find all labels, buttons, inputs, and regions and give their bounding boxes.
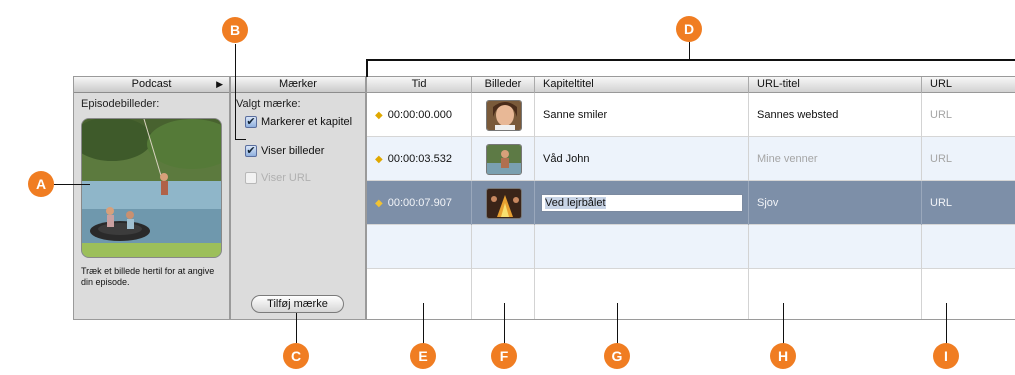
- empty-cell: [367, 225, 472, 269]
- callout-c: C: [283, 343, 309, 369]
- callout-d: D: [676, 16, 702, 42]
- callout-e-line: [423, 303, 424, 345]
- url-title-cell[interactable]: Sjov: [749, 181, 922, 225]
- table-row[interactable]: ◆ 00:00:00.000 Sanne smiler Sannes webste…: [367, 93, 1015, 137]
- checkmark-icon[interactable]: ✔: [245, 116, 257, 128]
- chapter-artwork-thumbnail[interactable]: [486, 144, 522, 175]
- url-cell[interactable]: URL: [922, 181, 1015, 225]
- callout-h: H: [770, 343, 796, 369]
- callout-a: A: [28, 171, 54, 197]
- checkbox-empty-icon[interactable]: [245, 172, 257, 184]
- table-row-selected[interactable]: ◆ 00:00:07.907 Ved lejrbålet Sjov URL: [367, 181, 1015, 225]
- time-cell[interactable]: ◆ 00:00:03.532: [367, 137, 472, 181]
- podcast-header[interactable]: Podcast ▶: [74, 77, 229, 93]
- chapter-title-cell[interactable]: Våd John: [535, 137, 749, 181]
- chapter-marker-label: Markerer et kapitel: [261, 116, 353, 128]
- callout-d-bracket-left: [366, 59, 368, 77]
- table-row[interactable]: ◆ 00:00:03.532 Våd John Mine venner URL: [367, 137, 1015, 181]
- chapter-title-edit-text: Ved lejrbålet: [545, 197, 606, 209]
- callout-g: G: [604, 343, 630, 369]
- column-header-url-title[interactable]: URL-titel: [749, 77, 922, 93]
- artwork-cell[interactable]: [472, 137, 535, 181]
- add-marker-button[interactable]: Tilføj mærke: [251, 295, 344, 313]
- markers-header-label: Mærker: [279, 78, 317, 90]
- artwork-cell[interactable]: [472, 93, 535, 137]
- podcast-header-label: Podcast: [131, 78, 172, 90]
- table-header: Tid Billeder Kapiteltitel URL-titel URL: [367, 77, 1015, 93]
- chapter-artwork-thumbnail[interactable]: [486, 100, 522, 131]
- chapter-marker-option[interactable]: ✔ Markerer et kapitel: [245, 116, 352, 128]
- callout-i-line: [946, 303, 947, 345]
- callout-f: F: [491, 343, 517, 369]
- callout-b-line-tick: [235, 139, 246, 140]
- diamond-icon: ◆: [375, 198, 383, 209]
- empty-cell: [535, 269, 749, 319]
- column-header-chapter-title[interactable]: Kapiteltitel: [535, 77, 749, 93]
- checkmark-icon[interactable]: ✔: [245, 145, 257, 157]
- artwork-marker-option[interactable]: ✔ Viser billeder: [245, 145, 324, 157]
- callout-d-line: [689, 42, 690, 60]
- url-cell[interactable]: URL: [922, 137, 1015, 181]
- empty-cell: [367, 269, 472, 319]
- diamond-icon: ◆: [375, 154, 383, 165]
- column-header-artwork[interactable]: Billeder: [472, 77, 535, 93]
- callout-i: I: [933, 343, 959, 369]
- chapter-title-edit-field[interactable]: Ved lejrbålet: [541, 194, 743, 212]
- markers-header: Mærker: [231, 77, 365, 93]
- selected-marker-label: Valgt mærke:: [236, 98, 301, 110]
- callout-f-line: [504, 303, 505, 345]
- callout-g-line: [617, 303, 618, 345]
- callout-h-line: [783, 303, 784, 345]
- artwork-marker-label: Viser billeder: [261, 145, 325, 157]
- chapter-title-cell[interactable]: Ved lejrbålet: [535, 181, 749, 225]
- time-value: 00:00:07.907: [387, 197, 452, 209]
- chapter-table: Tid Billeder Kapiteltitel URL-titel URL …: [366, 76, 1015, 320]
- podcast-panel: Podcast ▶ Episodebilleder: Træk et bille…: [73, 76, 230, 320]
- empty-row: [367, 269, 1015, 319]
- chapter-title-cell[interactable]: Sanne smiler: [535, 93, 749, 137]
- url-marker-label: Viser URL: [261, 172, 311, 184]
- time-value: 00:00:00.000: [387, 109, 452, 121]
- callout-b: B: [222, 17, 248, 43]
- callout-e: E: [410, 343, 436, 369]
- time-value: 00:00:03.532: [387, 153, 452, 165]
- artwork-cell[interactable]: [472, 181, 535, 225]
- empty-row: [367, 225, 1015, 269]
- callout-c-line: [296, 313, 297, 343]
- callout-a-line: [54, 184, 90, 185]
- url-title-cell[interactable]: Mine venner: [749, 137, 922, 181]
- time-cell[interactable]: ◆ 00:00:00.000: [367, 93, 472, 137]
- markers-panel: Mærker Valgt mærke: ✔ Markerer et kapite…: [230, 76, 366, 320]
- episode-artwork-image: [82, 119, 221, 257]
- time-cell[interactable]: ◆ 00:00:07.907: [367, 181, 472, 225]
- empty-cell: [749, 225, 922, 269]
- chapter-artwork-thumbnail[interactable]: [486, 188, 522, 219]
- url-marker-option[interactable]: Viser URL: [245, 172, 311, 184]
- url-title-cell[interactable]: Sannes websted: [749, 93, 922, 137]
- episode-artwork-label: Episodebilleder:: [81, 98, 160, 110]
- empty-cell: [749, 269, 922, 319]
- callout-d-bracket: [366, 59, 1015, 61]
- empty-cell: [472, 225, 535, 269]
- callout-b-line: [235, 44, 236, 140]
- episode-artwork-well[interactable]: [81, 118, 222, 258]
- url-cell[interactable]: URL: [922, 93, 1015, 137]
- column-header-time[interactable]: Tid: [367, 77, 472, 93]
- triangle-right-icon[interactable]: ▶: [216, 77, 223, 92]
- empty-cell: [535, 225, 749, 269]
- column-header-url[interactable]: URL: [922, 77, 1015, 93]
- artwork-hint: Træk et billede hertil for at angive din…: [81, 266, 215, 287]
- diamond-icon: ◆: [375, 110, 383, 121]
